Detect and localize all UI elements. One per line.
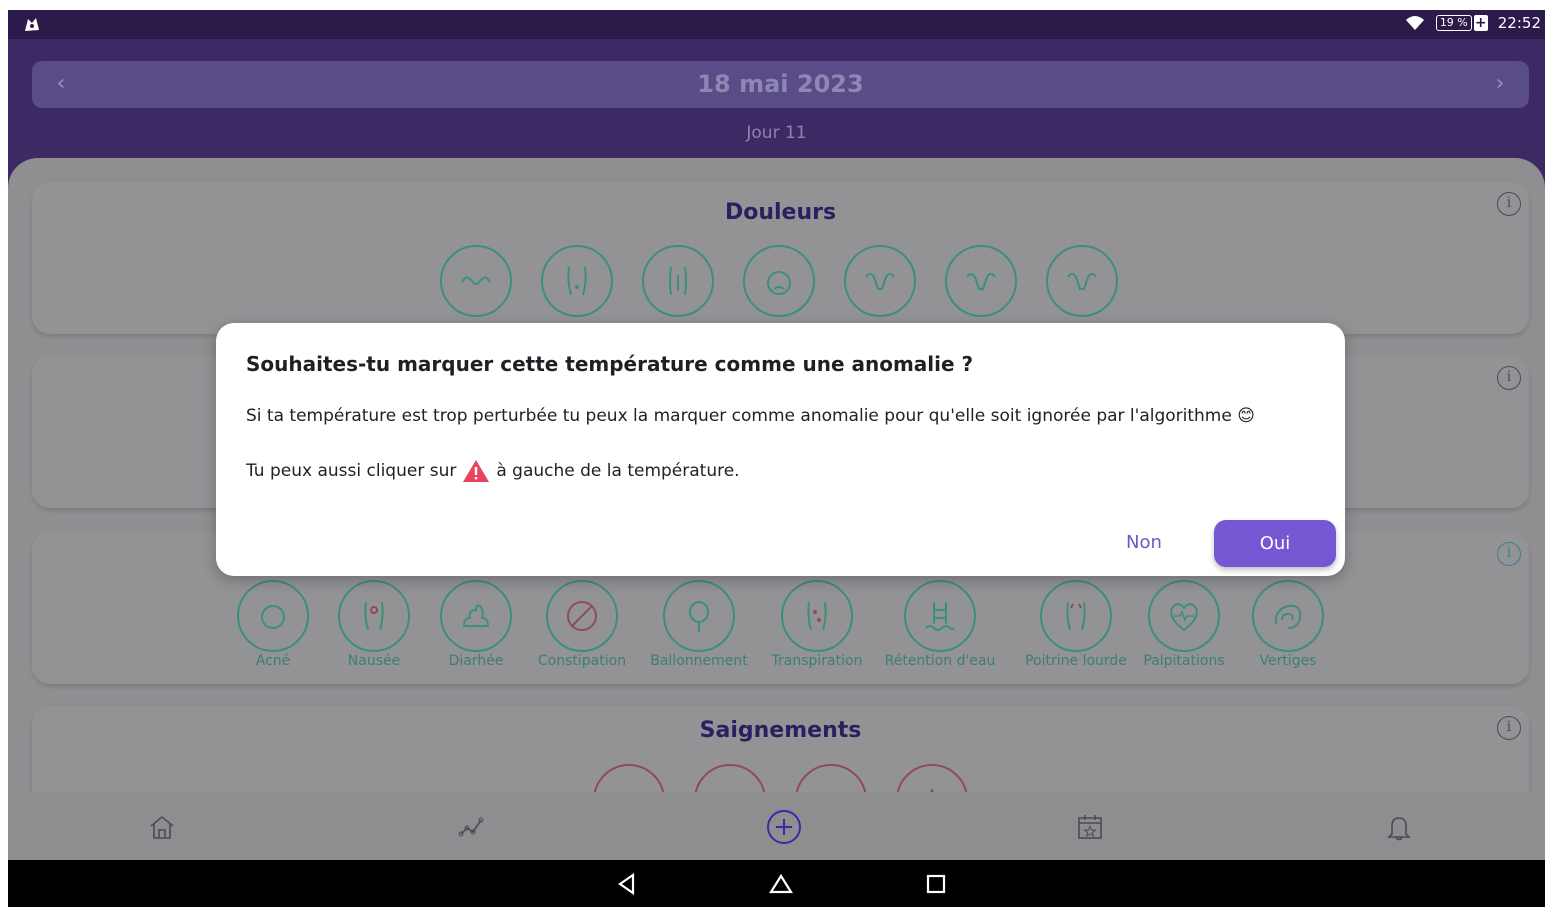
card-title-saignements: Saignements [699,718,862,743]
pain-back-button[interactable] [541,245,613,317]
system-navigation-bar [8,860,1545,907]
wifi-icon [1405,16,1424,30]
pain-breast-button[interactable] [440,245,512,317]
bottom-navigation [8,792,1545,860]
dizzy-icon [1274,604,1302,629]
warning-icon [463,460,490,482]
back-icon [567,266,587,296]
face-icon [261,605,285,629]
yes-button[interactable]: Oui [1214,520,1336,567]
nav-calendar-button[interactable] [1075,812,1105,842]
no-button[interactable]: Non [1096,521,1192,565]
battery-indicator: 19 % + [1435,15,1488,31]
no-poop-icon [567,601,597,631]
date-selector: ‹ 18 mai 2023 › [32,61,1529,108]
symptom-label: Transpiration [771,653,863,669]
water-icon [925,602,955,631]
pain-ovary-button[interactable] [945,245,1017,317]
nav-chart-button[interactable] [457,812,487,842]
status-bar: 19 % + 22:52 [8,10,1545,39]
uterus-icon [865,273,895,290]
cycle-day: Jour 11 [746,123,807,143]
nav-add-button[interactable] [766,809,802,845]
chest-icon [1066,601,1086,631]
symptom-bloating-button[interactable] [663,580,735,652]
card-saignements: Saignements i [32,706,1529,798]
info-icon[interactable]: i [1497,716,1521,740]
symptom-heavy-breast-button[interactable] [1040,580,1112,652]
device-screen: 19 % + 22:52 ‹ 18 mai 2023 › Jour 11 Dou… [8,10,1545,907]
cramps-icon [1067,273,1097,290]
lower-back-icon [669,266,687,296]
calendar-icon [1078,815,1102,839]
info-icon[interactable]: i [1497,542,1521,566]
anomaly-dialog: Souhaites-tu marquer cette température c… [216,323,1345,576]
add-icon [767,810,801,844]
poop-icon [462,604,490,627]
charging-icon: + [1473,15,1488,31]
symptom-constipation-button[interactable] [546,580,618,652]
ovary-icon [966,273,996,290]
nausea-icon [364,601,384,631]
symptom-sweat-button[interactable] [781,580,853,652]
info-icon[interactable]: i [1497,192,1521,216]
symptom-water-retention-button[interactable] [904,580,976,652]
pain-uterus-button[interactable] [844,245,916,317]
recents-icon[interactable] [924,872,948,896]
home-icon [150,815,174,839]
app-logo-icon [25,18,39,31]
sweat-icon [807,601,827,631]
pain-cramps-button[interactable] [1046,245,1118,317]
dialog-hint: Tu peux aussi cliquer sur à gauche de la… [246,459,740,483]
smile-emoji-icon: 😊 [1237,406,1255,426]
clock: 22:52 [1497,14,1541,32]
bell-icon [1387,817,1411,841]
symptom-diarrhea-button[interactable] [440,580,512,652]
chart-icon [458,817,484,837]
breast-icon [461,276,491,285]
symptom-acne-button[interactable] [237,580,309,652]
dialog-message: Si ta température est trop perturbée tu … [246,406,1255,426]
dialog-title: Souhaites-tu marquer cette température c… [246,352,974,376]
battery-percent: 19 % [1435,15,1472,31]
symptom-vertigo-button[interactable] [1252,580,1324,652]
home-icon[interactable] [769,872,793,896]
nav-notifications-button[interactable] [1384,812,1414,842]
head-icon [767,271,791,295]
heartbeat-icon [1170,603,1198,632]
dialog-message-text: Si ta température est trop perturbée tu … [246,406,1232,426]
balloon-icon [689,601,709,632]
card-title-douleurs: Douleurs [724,200,837,225]
info-icon[interactable]: i [1497,366,1521,390]
symptom-label: Vertiges [1259,653,1317,669]
nav-home-button[interactable] [147,812,177,842]
symptom-palpitations-button[interactable] [1148,580,1220,652]
pain-head-button[interactable] [743,245,815,317]
symptom-nausea-button[interactable] [338,580,410,652]
dialog-hint-prefix: Tu peux aussi cliquer sur [246,461,457,481]
symptom-label: Rétention d'eau [884,653,996,669]
card-douleurs: Douleurs i [32,182,1529,334]
back-icon[interactable] [615,872,639,896]
dialog-hint-suffix: à gauche de la température. [496,461,740,481]
next-day-button[interactable]: › [1485,71,1515,96]
pain-lowerback-button[interactable] [642,245,714,317]
current-date: 18 mai 2023 [697,70,864,98]
